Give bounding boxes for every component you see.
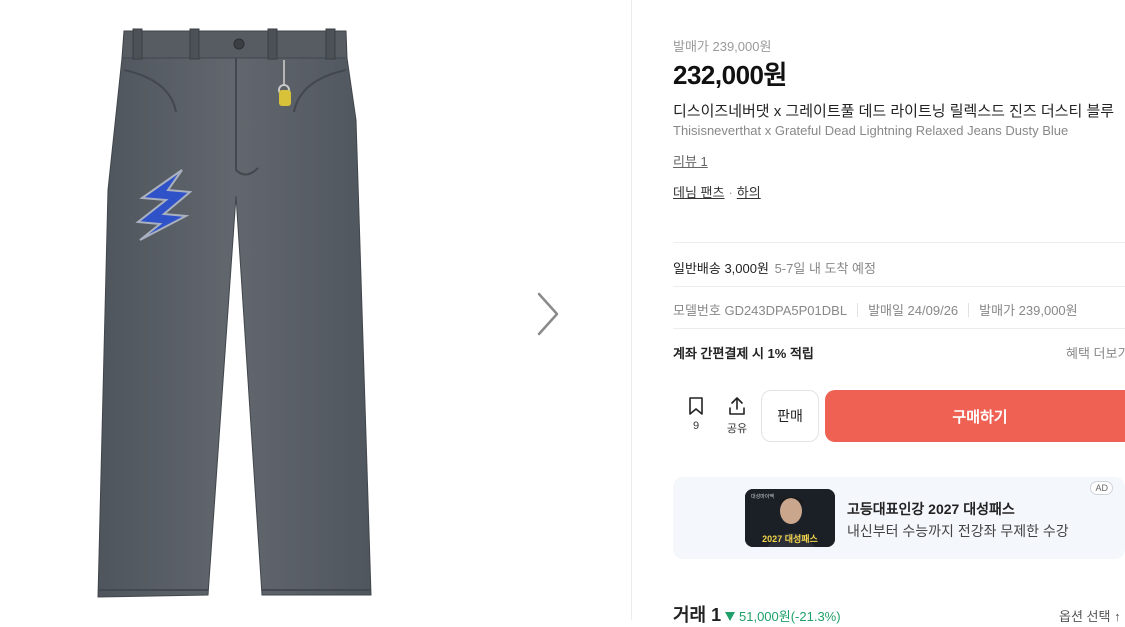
ad-badge: AD	[1090, 481, 1113, 495]
release-price-label: 발매가 239,000원	[673, 39, 772, 54]
share-button[interactable]: 공유	[717, 396, 757, 436]
product-name-english: Thisisneverthat x Grateful Dead Lightnin…	[673, 123, 1069, 138]
ad-banner[interactable]: 대성마이맥 2027 대성패스 고등대표인강 2027 대성패스 내신부터 수능…	[673, 477, 1125, 559]
release-price: 발매가 239,000원	[979, 303, 1078, 318]
product-info-panel: 발매가 239,000원 232,000원 디스이즈네버댓 x 그레이트풀 데드…	[673, 0, 1125, 625]
share-label: 공유	[726, 423, 748, 435]
trade-count: 거래 1	[673, 605, 722, 625]
release-date: 발매일 24/09/26	[868, 303, 959, 318]
ad-thumbnail-art: 대성마이맥 2027 대성패스	[745, 489, 835, 547]
review-link[interactable]: 리뷰 1	[673, 151, 708, 170]
shipping-eta: 5-7일 내 도착 예정	[774, 261, 876, 276]
benefit-more-link[interactable]: 혜택 더보기	[1066, 343, 1125, 362]
product-price: 232,000원	[673, 60, 787, 90]
ad-thumb-text: 2027 대성패스	[762, 533, 818, 544]
divider	[673, 286, 1125, 287]
category-link-bottoms[interactable]: 하의	[737, 185, 761, 200]
trade-change-value: 51,000원(-21.3%)	[739, 609, 841, 624]
shipping-info: 일반배송 3,000원 5-7일 내 도착 예정	[673, 258, 876, 277]
divider	[673, 328, 1125, 329]
ad-brand-text: 대성마이맥	[751, 493, 774, 500]
bookmark-icon	[689, 397, 703, 415]
chevron-right-icon[interactable]	[530, 290, 566, 338]
sell-button[interactable]: 판매	[761, 390, 819, 442]
trade-price-change: 51,000원(-21.3%)	[725, 606, 841, 625]
bookmark-button[interactable]: 9	[676, 396, 716, 432]
product-name-korean: 디스이즈네버댓 x 그레이트풀 데드 라이트닝 릴렉스드 진즈 더스티 블루	[673, 103, 1115, 120]
divider	[673, 242, 1125, 243]
ad-thumbnail: 대성마이맥 2027 대성패스	[745, 489, 835, 547]
bookmark-count: 9	[692, 420, 700, 432]
option-select-button[interactable]: 옵션 선택 ↑	[1059, 606, 1121, 625]
benefit-label: 계좌 간편결제 시 1% 적립	[673, 346, 814, 361]
category-separator: ·	[728, 185, 733, 200]
shipping-fee: 일반배송 3,000원	[673, 261, 769, 276]
share-icon	[729, 397, 745, 415]
buy-button[interactable]: 구매하기	[825, 390, 1125, 442]
ad-title: 고등대표인강 2027 대성패스	[847, 501, 1015, 517]
product-image-area	[0, 0, 631, 620]
model-number: 모델번호 GD243DPA5P01DBL	[673, 303, 848, 318]
meta-separator	[968, 302, 970, 317]
panel-divider	[631, 0, 632, 620]
meta-separator	[857, 302, 859, 317]
ad-description: 내신부터 수능까지 전강좌 무제한 수강	[847, 523, 1069, 539]
breadcrumb: 데님 팬츠 · 하의	[673, 182, 761, 201]
category-link-denim-pants[interactable]: 데님 팬츠	[673, 185, 724, 200]
product-meta: 모델번호 GD243DPA5P01DBL 발매일 24/09/26 발매가 23…	[673, 300, 1078, 319]
